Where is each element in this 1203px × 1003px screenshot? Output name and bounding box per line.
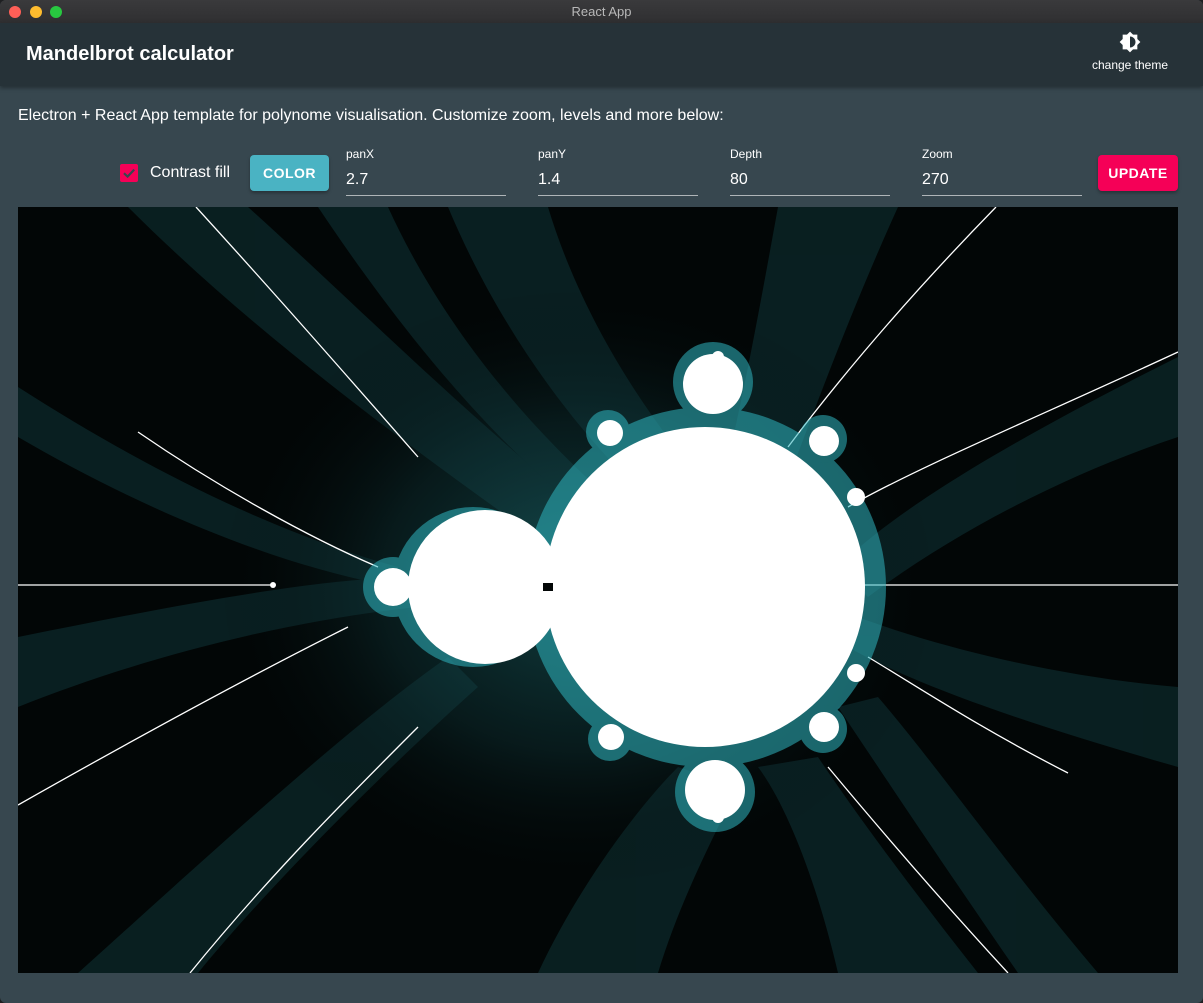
zoom-input[interactable] [922, 168, 1082, 196]
panx-field: panX [346, 146, 506, 196]
panx-label: panX [346, 147, 375, 161]
pany-label: panY [538, 147, 567, 161]
panx-input[interactable] [346, 168, 506, 196]
mandelbrot-render [18, 207, 1178, 973]
contrast-fill-label[interactable]: Contrast fill [150, 164, 230, 182]
app-window: React App Mandelbrot calculator change t… [0, 0, 1203, 1003]
color-button[interactable]: COLOR [250, 155, 329, 191]
app-bar: Mandelbrot calculator change theme [0, 23, 1203, 86]
controls-bar: Contrast fill COLOR panX panY Depth Zoom… [0, 140, 1203, 200]
zoom-label: Zoom [922, 147, 953, 161]
depth-input[interactable] [730, 168, 890, 196]
brightness-icon [1119, 31, 1141, 53]
zoom-field: Zoom [922, 146, 1082, 196]
depth-label: Depth [730, 147, 763, 161]
pany-field: panY [538, 146, 698, 196]
checkmark-icon [123, 168, 136, 179]
pany-input[interactable] [538, 168, 698, 196]
window-titlebar[interactable]: React App [0, 0, 1203, 24]
window-title: React App [571, 4, 632, 19]
contrast-fill-checkbox[interactable] [120, 164, 138, 182]
change-theme-label: change theme [1091, 58, 1169, 72]
mandelbrot-canvas[interactable] [18, 207, 1178, 973]
description-text: Electron + React App template for polyno… [18, 107, 724, 124]
depth-field: Depth [730, 146, 890, 196]
change-theme-button[interactable]: change theme [1084, 29, 1176, 81]
update-button[interactable]: UPDATE [1098, 155, 1178, 191]
app-title: Mandelbrot calculator [26, 43, 234, 65]
